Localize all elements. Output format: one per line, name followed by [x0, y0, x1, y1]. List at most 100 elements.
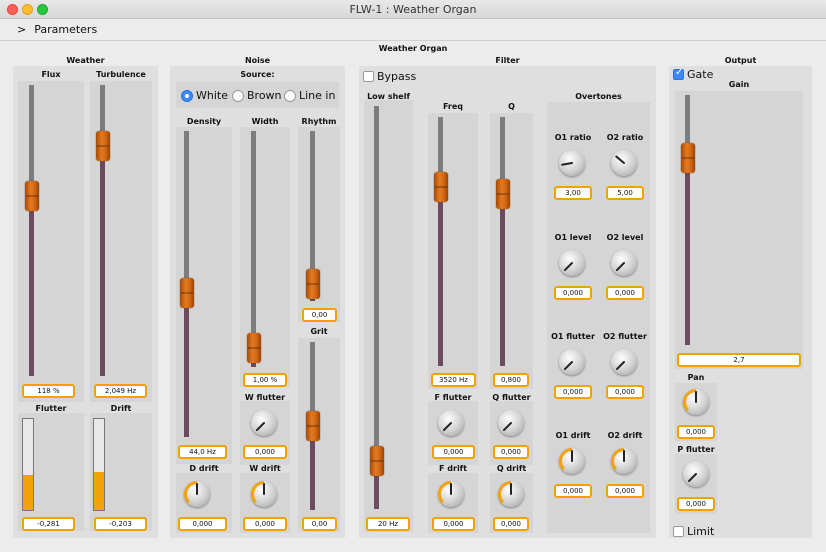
- rhythm-value[interactable]: 0,00: [302, 308, 337, 322]
- low-shelf-slider-thumb[interactable]: [369, 445, 384, 476]
- gain-slider[interactable]: [680, 95, 695, 345]
- grit-value[interactable]: 0,00: [302, 517, 337, 531]
- freq-value[interactable]: 3520 Hz: [431, 373, 476, 387]
- filter-title: Filter: [495, 56, 520, 65]
- freq-label: Freq: [442, 102, 464, 111]
- o2-drift-knob[interactable]: [611, 448, 637, 474]
- turbulence-slider[interactable]: [95, 85, 110, 376]
- title-bar: FLW-1 : Weather Organ: [0, 0, 826, 19]
- q-panel: [490, 113, 533, 389]
- bypass-checkbox[interactable]: [363, 71, 374, 82]
- f-drift-label: F drift: [439, 464, 467, 473]
- source-brown-label[interactable]: Brown: [247, 89, 282, 102]
- limit-checkbox[interactable]: [673, 526, 684, 537]
- turbulence-label: Turbulence: [96, 70, 146, 79]
- o1-flutter-label: O1 flutter: [551, 332, 595, 341]
- o1-drift-value[interactable]: 0,000: [554, 484, 592, 498]
- window-title: FLW-1 : Weather Organ: [349, 3, 477, 16]
- o1-ratio-knob[interactable]: [559, 150, 585, 176]
- width-slider-thumb[interactable]: [246, 333, 261, 364]
- width-value[interactable]: 1,00 %: [243, 373, 287, 387]
- o1-level-knob[interactable]: [559, 250, 585, 276]
- rhythm-slider-thumb[interactable]: [305, 269, 320, 299]
- rhythm-slider[interactable]: [305, 131, 320, 301]
- parameters-toggle[interactable]: > Parameters: [0, 19, 826, 41]
- o2-drift-label: O2 drift: [607, 431, 643, 440]
- w-drift-knob[interactable]: [251, 481, 277, 507]
- minimize-window-button[interactable]: [22, 4, 33, 15]
- close-window-button[interactable]: [7, 4, 18, 15]
- q-flutter-label: Q flutter: [492, 393, 531, 402]
- q-value[interactable]: 0,800: [493, 373, 529, 387]
- d-drift-knob[interactable]: [184, 481, 210, 507]
- low-shelf-slider[interactable]: [369, 106, 384, 509]
- turbulence-slider-thumb[interactable]: [95, 131, 110, 162]
- o2-drift-value[interactable]: 0,000: [606, 484, 644, 498]
- q-drift-value[interactable]: 0,000: [493, 517, 529, 531]
- density-value[interactable]: 44,0 Hz: [178, 445, 227, 459]
- pan-knob[interactable]: [683, 389, 709, 415]
- zoom-window-button[interactable]: [37, 4, 48, 15]
- density-slider-thumb[interactable]: [179, 278, 194, 309]
- f-flutter-knob[interactable]: [438, 410, 464, 436]
- density-slider[interactable]: [179, 131, 194, 437]
- f-drift-value[interactable]: 0,000: [432, 517, 475, 531]
- p-flutter-knob[interactable]: [683, 461, 709, 487]
- flux-value[interactable]: 118 %: [22, 384, 75, 398]
- limit-label[interactable]: Limit: [687, 525, 714, 538]
- noise-title: Noise: [244, 56, 271, 65]
- flux-slider-thumb[interactable]: [24, 180, 39, 211]
- bypass-label[interactable]: Bypass: [377, 70, 416, 83]
- w-flutter-knob[interactable]: [251, 410, 277, 436]
- parameters-label: Parameters: [34, 23, 98, 36]
- source-white-label[interactable]: White: [196, 89, 228, 102]
- q-slider-thumb[interactable]: [495, 179, 510, 210]
- o1-drift-knob[interactable]: [559, 448, 585, 474]
- o2-level-value[interactable]: 0,000: [606, 286, 644, 300]
- rhythm-label: Rhythm: [301, 117, 337, 126]
- q-drift-knob[interactable]: [498, 481, 524, 507]
- freq-slider[interactable]: [433, 117, 448, 366]
- source-white-radio[interactable]: [181, 90, 193, 102]
- gate-checkbox[interactable]: [673, 67, 684, 80]
- f-flutter-value[interactable]: 0,000: [432, 445, 475, 459]
- o2-ratio-knob[interactable]: [611, 150, 637, 176]
- o2-ratio-value[interactable]: 5,00: [606, 186, 644, 200]
- source-brown-radio[interactable]: [232, 90, 244, 102]
- source-line-in-radio[interactable]: [284, 90, 296, 102]
- pan-value[interactable]: 0,000: [677, 425, 715, 439]
- o1-ratio-value[interactable]: 3,00: [554, 186, 592, 200]
- flux-label: Flux: [41, 70, 61, 79]
- width-label: Width: [251, 117, 279, 126]
- q-flutter-value[interactable]: 0,000: [493, 445, 529, 459]
- flux-slider[interactable]: [24, 85, 39, 376]
- grit-slider[interactable]: [305, 342, 320, 510]
- gain-value[interactable]: 2,7: [677, 353, 801, 367]
- p-flutter-value[interactable]: 0,000: [677, 497, 715, 511]
- flutter-value[interactable]: -0,281: [22, 517, 75, 531]
- source-label: Source:: [240, 70, 275, 79]
- o2-flutter-knob[interactable]: [611, 349, 637, 375]
- q-slider[interactable]: [495, 117, 510, 366]
- w-drift-value[interactable]: 0,000: [243, 517, 287, 531]
- freq-slider-thumb[interactable]: [433, 171, 448, 202]
- source-line-in-label[interactable]: Line in: [299, 89, 335, 102]
- pan-label: Pan: [687, 373, 705, 382]
- o1-flutter-value[interactable]: 0,000: [554, 385, 592, 399]
- o1-level-value[interactable]: 0,000: [554, 286, 592, 300]
- w-flutter-value[interactable]: 0,000: [243, 445, 287, 459]
- o2-flutter-value[interactable]: 0,000: [606, 385, 644, 399]
- grit-slider-thumb[interactable]: [305, 411, 320, 441]
- o2-ratio-label: O2 ratio: [606, 133, 644, 142]
- width-slider[interactable]: [246, 131, 261, 367]
- gain-slider-thumb[interactable]: [680, 142, 695, 173]
- o2-level-knob[interactable]: [611, 250, 637, 276]
- o1-ratio-label: O1 ratio: [554, 133, 592, 142]
- turbulence-value[interactable]: 2,049 Hz: [94, 384, 147, 398]
- o1-flutter-knob[interactable]: [559, 349, 585, 375]
- f-drift-knob[interactable]: [438, 481, 464, 507]
- d-drift-value[interactable]: 0,000: [178, 517, 227, 531]
- drift-value[interactable]: -0,203: [94, 517, 147, 531]
- q-flutter-knob[interactable]: [498, 410, 524, 436]
- low-shelf-value[interactable]: 20 Hz: [366, 517, 410, 531]
